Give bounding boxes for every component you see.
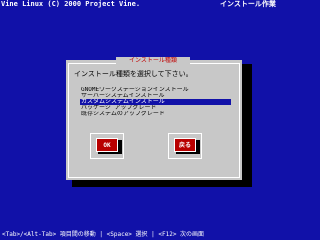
key-hint-bar: <Tab>/<Alt-Tab> 項目間の移動 | <Space> 選択 | <F… bbox=[2, 231, 205, 238]
install-type-dialog: インストール種類 インストール種類を選択して下さい。 GNOMEワークステーショ… bbox=[66, 57, 242, 180]
dialog-prompt: インストール種類を選択して下さい。 bbox=[74, 70, 193, 78]
install-option-system-upgrade[interactable]: 既存システムのアップグレード bbox=[80, 111, 231, 117]
ok-button[interactable]: OK bbox=[96, 138, 118, 152]
dialog-title: インストール種類 bbox=[116, 57, 190, 64]
install-type-list[interactable]: GNOMEワークステーションインストール サーバーシステムインストール カスタム… bbox=[80, 87, 231, 121]
back-button[interactable]: 戻る bbox=[174, 138, 196, 152]
install-header: インストール作業 bbox=[220, 0, 276, 8]
system-header: Vine Linux (C) 2000 Project Vine. bbox=[1, 0, 141, 8]
